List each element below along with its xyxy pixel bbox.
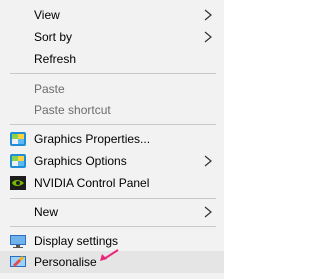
menu-item-new[interactable]: New: [0, 201, 224, 223]
menu-item-label: Display settings: [34, 234, 119, 248]
menu-separator: [10, 198, 216, 199]
intel-graphics-icon: [10, 132, 26, 146]
menu-item-label: Refresh: [34, 52, 77, 66]
personalise-icon: [10, 256, 26, 267]
menu-separator: [10, 226, 216, 227]
menu-item-sort-by[interactable]: Sort by: [0, 26, 224, 48]
menu-item-paste-shortcut[interactable]: Paste shortcut: [0, 99, 224, 121]
menu-item-graphics-options[interactable]: Graphics Options: [0, 150, 224, 172]
chevron-right-icon: [204, 31, 212, 43]
menu-item-label: New: [34, 205, 59, 219]
menu-item-label: Paste shortcut: [34, 103, 111, 117]
chevron-right-icon: [204, 9, 212, 21]
menu-item-paste[interactable]: Paste: [0, 78, 224, 100]
menu-item-label: NVIDIA Control Panel: [34, 176, 150, 190]
chevron-right-icon: [204, 155, 212, 167]
chevron-right-icon: [204, 206, 212, 218]
desktop-context-menu: View Sort by Refresh Paste Paste shortcu…: [0, 0, 224, 279]
menu-item-nvidia-control-panel[interactable]: NVIDIA Control Panel: [0, 172, 224, 194]
menu-item-graphics-properties[interactable]: Graphics Properties...: [0, 128, 224, 150]
menu-item-label: Graphics Properties...: [34, 132, 151, 146]
menu-item-label: Graphics Options: [34, 154, 127, 168]
menu-item-view[interactable]: View: [0, 4, 224, 26]
menu-item-label: View: [34, 8, 60, 22]
display-settings-icon: [10, 235, 26, 248]
intel-graphics-icon: [10, 154, 26, 168]
menu-item-label: Personalise: [34, 255, 97, 269]
menu-item-label: Paste: [34, 82, 65, 96]
nvidia-icon: [10, 176, 26, 190]
menu-separator: [10, 124, 216, 125]
menu-separator: [10, 73, 216, 74]
annotation-arrow-icon: [100, 249, 119, 261]
menu-item-refresh[interactable]: Refresh: [0, 48, 224, 70]
menu-item-label: Sort by: [34, 30, 73, 44]
